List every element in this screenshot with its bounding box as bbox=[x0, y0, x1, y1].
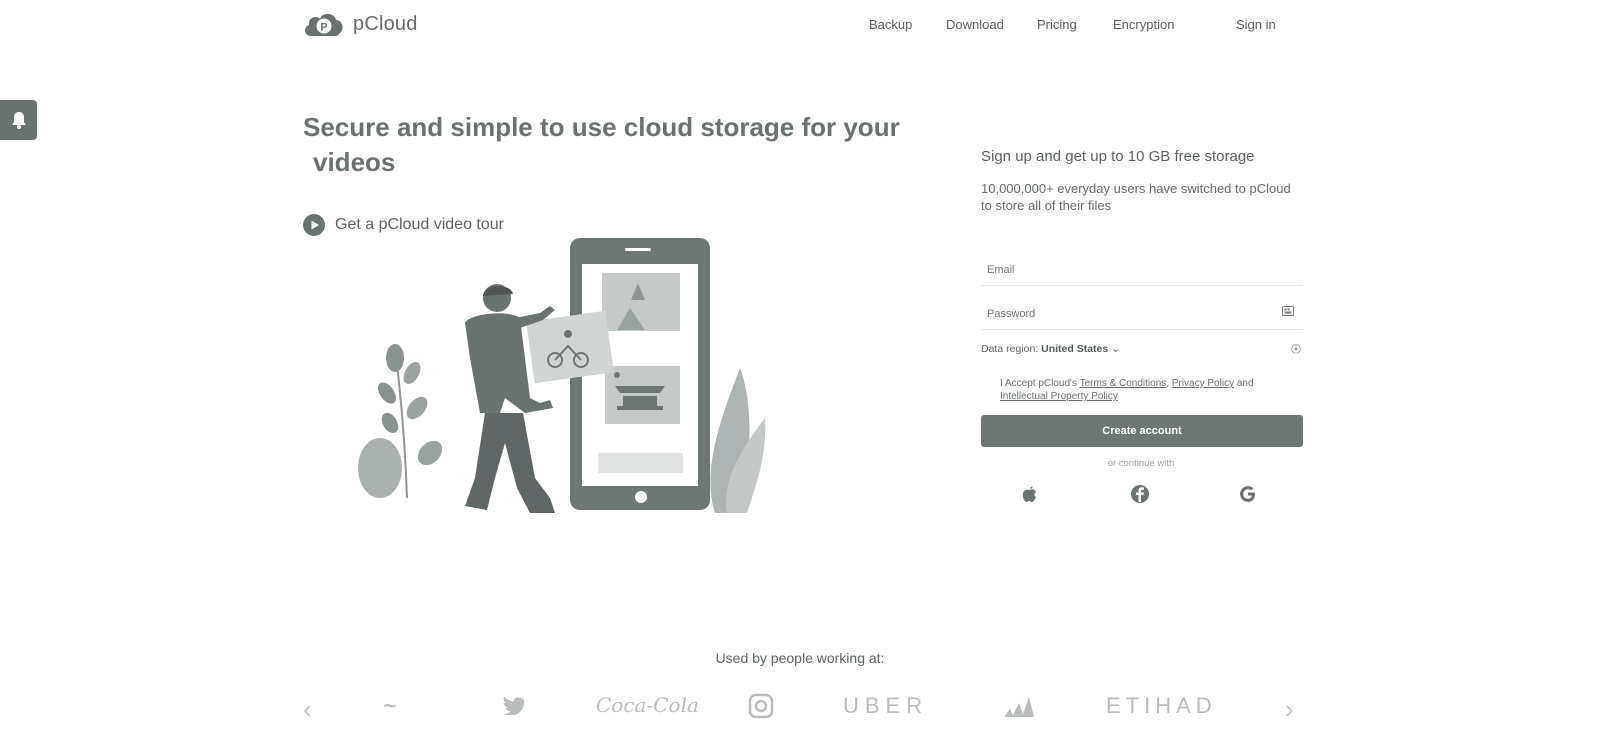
used-by-heading: Used by people working at: bbox=[715, 650, 885, 666]
nav-sign-in[interactable]: Sign in bbox=[1236, 17, 1276, 32]
play-icon bbox=[303, 214, 325, 236]
password-field[interactable] bbox=[981, 298, 1303, 330]
notification-widget[interactable] bbox=[0, 100, 37, 140]
signup-title: Sign up and get up to 10 GB free storage bbox=[981, 148, 1255, 165]
brand-name: pCloud bbox=[353, 12, 418, 35]
svg-text:P: P bbox=[320, 22, 327, 34]
nav-pricing[interactable]: Pricing bbox=[1037, 17, 1077, 32]
cloud-logo-icon: P bbox=[305, 13, 343, 36]
email-field[interactable] bbox=[981, 254, 1303, 286]
google-icon[interactable] bbox=[1238, 484, 1258, 504]
hero-title-line2: videos bbox=[313, 147, 396, 177]
terms-text: I Accept pCloud's Terms & Conditions, Pr… bbox=[1000, 378, 1254, 402]
hero-title: Secure and simple to use cloud storage f… bbox=[303, 110, 903, 180]
ip-policy-link[interactable]: Intellectual Property Policy bbox=[1000, 391, 1118, 402]
facebook-icon[interactable] bbox=[1130, 484, 1150, 504]
nav-backup[interactable]: Backup bbox=[869, 17, 912, 32]
privacy-policy-link[interactable]: Privacy Policy bbox=[1172, 378, 1234, 389]
instagram-logo-icon bbox=[748, 693, 774, 719]
uber-logo: UBER bbox=[843, 693, 929, 718]
plant-right-illustration bbox=[710, 368, 766, 513]
info-icon[interactable] bbox=[1291, 344, 1301, 354]
continue-with-text: or continue with bbox=[1107, 458, 1175, 469]
bell-icon bbox=[11, 112, 26, 129]
hero-illustration bbox=[358, 238, 766, 513]
chevron-right-icon[interactable]: › bbox=[1285, 694, 1294, 725]
twitter-logo-icon bbox=[503, 697, 525, 715]
data-region-label: Data region: bbox=[981, 343, 1039, 355]
create-account-button[interactable]: Create account bbox=[981, 415, 1303, 447]
data-region-select[interactable]: United States bbox=[1041, 343, 1108, 355]
nav-encryption[interactable]: Encryption bbox=[1113, 17, 1174, 32]
coca-cola-logo: Coca-Cola bbox=[596, 693, 699, 717]
hero-title-line1: Secure and simple to use cloud storage f… bbox=[303, 112, 900, 142]
nav-download[interactable]: Download bbox=[946, 17, 1004, 32]
signup-subtitle: 10,000,000+ everyday users have switched… bbox=[981, 181, 1291, 213]
pcloud-logo[interactable]: P pCloud bbox=[303, 10, 418, 38]
etihad-logo: ETIHAD bbox=[1106, 693, 1217, 718]
nike-logo: ~ bbox=[383, 693, 399, 718]
show-password-icon[interactable] bbox=[1282, 306, 1294, 316]
person-illustration bbox=[465, 284, 555, 513]
video-tour-link[interactable]: Get a pCloud video tour bbox=[303, 214, 504, 236]
photo-card-illustration bbox=[526, 310, 614, 384]
chevron-down-icon[interactable]: ⌄ bbox=[1111, 343, 1120, 355]
terms-link[interactable]: Terms & Conditions bbox=[1080, 378, 1167, 389]
chevron-left-icon[interactable]: ‹ bbox=[303, 694, 312, 725]
terms-prefix: I Accept pCloud's bbox=[1000, 378, 1077, 389]
plant-left-illustration bbox=[358, 344, 443, 499]
video-tour-label: Get a pCloud video tour bbox=[335, 216, 504, 233]
adidas-logo-icon bbox=[1004, 697, 1034, 717]
apple-icon[interactable] bbox=[1020, 484, 1040, 504]
data-region: Data region: United States ⌄ bbox=[981, 343, 1120, 355]
terms-and: and bbox=[1236, 378, 1254, 389]
